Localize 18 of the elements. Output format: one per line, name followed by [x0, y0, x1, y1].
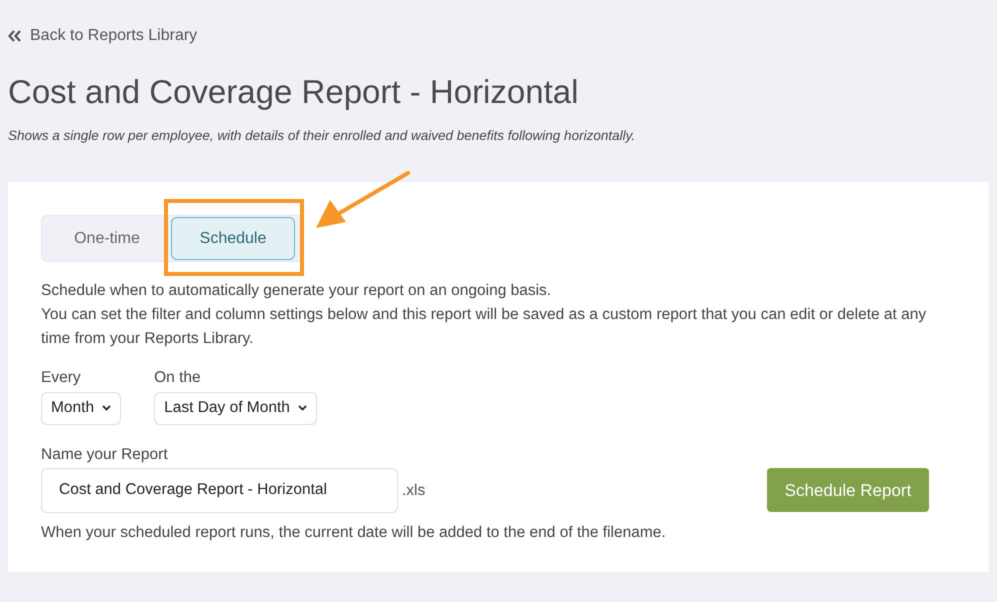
- page-title: Cost and Coverage Report - Horizontal: [8, 72, 580, 112]
- back-link[interactable]: Back to Reports Library: [8, 24, 198, 48]
- file-extension: .xls: [402, 480, 426, 501]
- chevron-down-icon: [298, 405, 307, 411]
- tab[interactable]: One-time: [43, 217, 171, 260]
- field-label: Every: [41, 368, 82, 388]
- tab[interactable]: Schedule: [171, 217, 295, 260]
- description-text: Schedule when to automatically generate your report on an ongoing basis.: [41, 281, 552, 302]
- page-subtitle: Shows a single row per employee, with details of their enrolled and waived benefits following horizontally.: [8, 127, 636, 145]
- double-chevron-left-icon: [8, 30, 22, 42]
- dropdown-select[interactable]: Last Day of Month: [154, 392, 317, 424]
- dropdown-select[interactable]: Month: [41, 392, 122, 424]
- chevron-down-icon: [102, 405, 112, 411]
- field-label: On the: [154, 368, 202, 388]
- description-text: You can set the filter and column settings below and this report will be saved as a custom report that you can edit or delete at any time from your Reports Library.: [41, 305, 928, 350]
- report-name-field[interactable]: Cost and Coverage Report - Horizontal: [41, 468, 398, 513]
- field-label: Name your Report: [41, 444, 169, 464]
- filename-note: When your scheduled report runs, the current date will be added to the end of the filename.: [41, 522, 667, 543]
